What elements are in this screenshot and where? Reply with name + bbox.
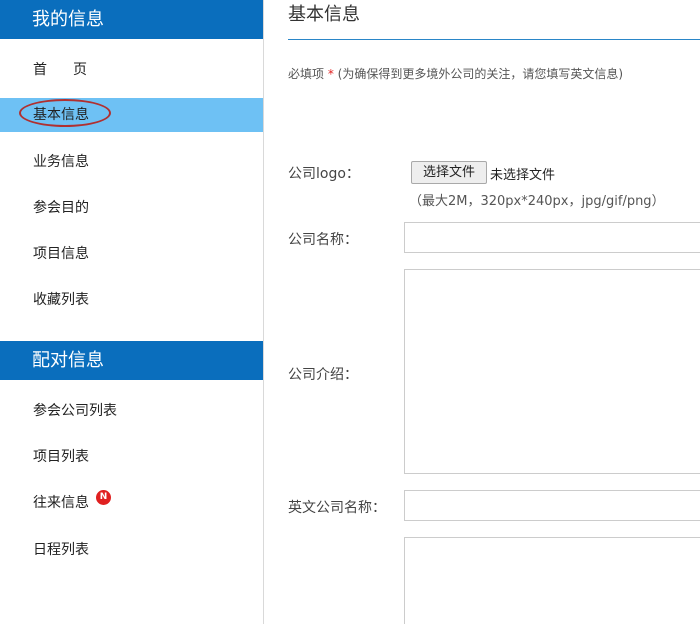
sidebar-item-project-list[interactable]: 项目列表 [0, 440, 263, 474]
required-note: 必填项 * (为确保得到更多境外公司的关注，请您填写英文信息) [288, 65, 623, 82]
required-label: 必填项 [288, 67, 325, 81]
notification-badge: N [96, 490, 111, 505]
company-name-input[interactable] [404, 222, 700, 253]
sidebar-item-schedule[interactable]: 日程列表 [0, 533, 263, 567]
title-divider [288, 39, 700, 40]
sidebar-item-project-info[interactable]: 项目信息 [0, 237, 263, 271]
english-company-name-label: 英文公司名称： [288, 500, 386, 516]
sidebar-item-label: 参会目的 [33, 200, 89, 216]
page-title: 基本信息 [288, 4, 360, 25]
sidebar-item-label: 基本信息 [19, 98, 111, 132]
sidebar-item-label: 首页 [33, 62, 113, 78]
sidebar-item-company-list[interactable]: 参会公司列表 [0, 394, 263, 428]
sidebar-item-label-text: 基本信息 [33, 107, 89, 123]
file-status: 未选择文件 [490, 168, 556, 183]
english-company-name-input[interactable] [404, 490, 700, 521]
sidebar: 我的信息 首页 基本信息 业务信息 参会目的 项目信息 收藏列表 配对信息 参会… [0, 0, 264, 624]
choose-file-button[interactable]: 选择文件 [411, 161, 487, 184]
sidebar-item-label: 日程列表 [33, 542, 89, 558]
sidebar-item-label: 项目信息 [33, 246, 89, 262]
required-star: * [327, 67, 334, 81]
company-logo-label: 公司logo： [288, 166, 360, 182]
sidebar-item-label: 参会公司列表 [33, 403, 117, 419]
sidebar-item-purpose[interactable]: 参会目的 [0, 191, 263, 225]
sidebar-item-label-text: 往来信息 [33, 495, 89, 511]
sidebar-item-basic-info[interactable]: 基本信息 [0, 98, 263, 132]
main-content: 基本信息 必填项 * (为确保得到更多境外公司的关注，请您填写英文信息) 公司l… [264, 0, 700, 624]
company-intro-textarea[interactable] [404, 269, 700, 474]
sidebar-item-label: 收藏列表 [33, 292, 89, 308]
sidebar-item-favorites[interactable]: 收藏列表 [0, 283, 263, 317]
sidebar-item-label: 往来信息 N [33, 486, 111, 520]
sidebar-item-label: 项目列表 [33, 449, 89, 465]
required-note-text: (为确保得到更多境外公司的关注，请您填写英文信息) [337, 67, 624, 81]
company-name-label: 公司名称： [288, 232, 358, 248]
sidebar-item-home[interactable]: 首页 [0, 53, 263, 87]
logo-hint: （最大2M，320px*240px，jpg/gif/png） [409, 194, 665, 209]
sidebar-item-messages[interactable]: 往来信息 N [0, 486, 263, 520]
sidebar-item-business-info[interactable]: 业务信息 [0, 145, 263, 179]
company-intro-label: 公司介绍： [288, 367, 358, 383]
sidebar-item-label: 业务信息 [33, 154, 89, 170]
english-intro-textarea[interactable] [404, 537, 700, 624]
matching-info-header: 配对信息 [0, 341, 263, 380]
my-info-header: 我的信息 [0, 0, 263, 39]
